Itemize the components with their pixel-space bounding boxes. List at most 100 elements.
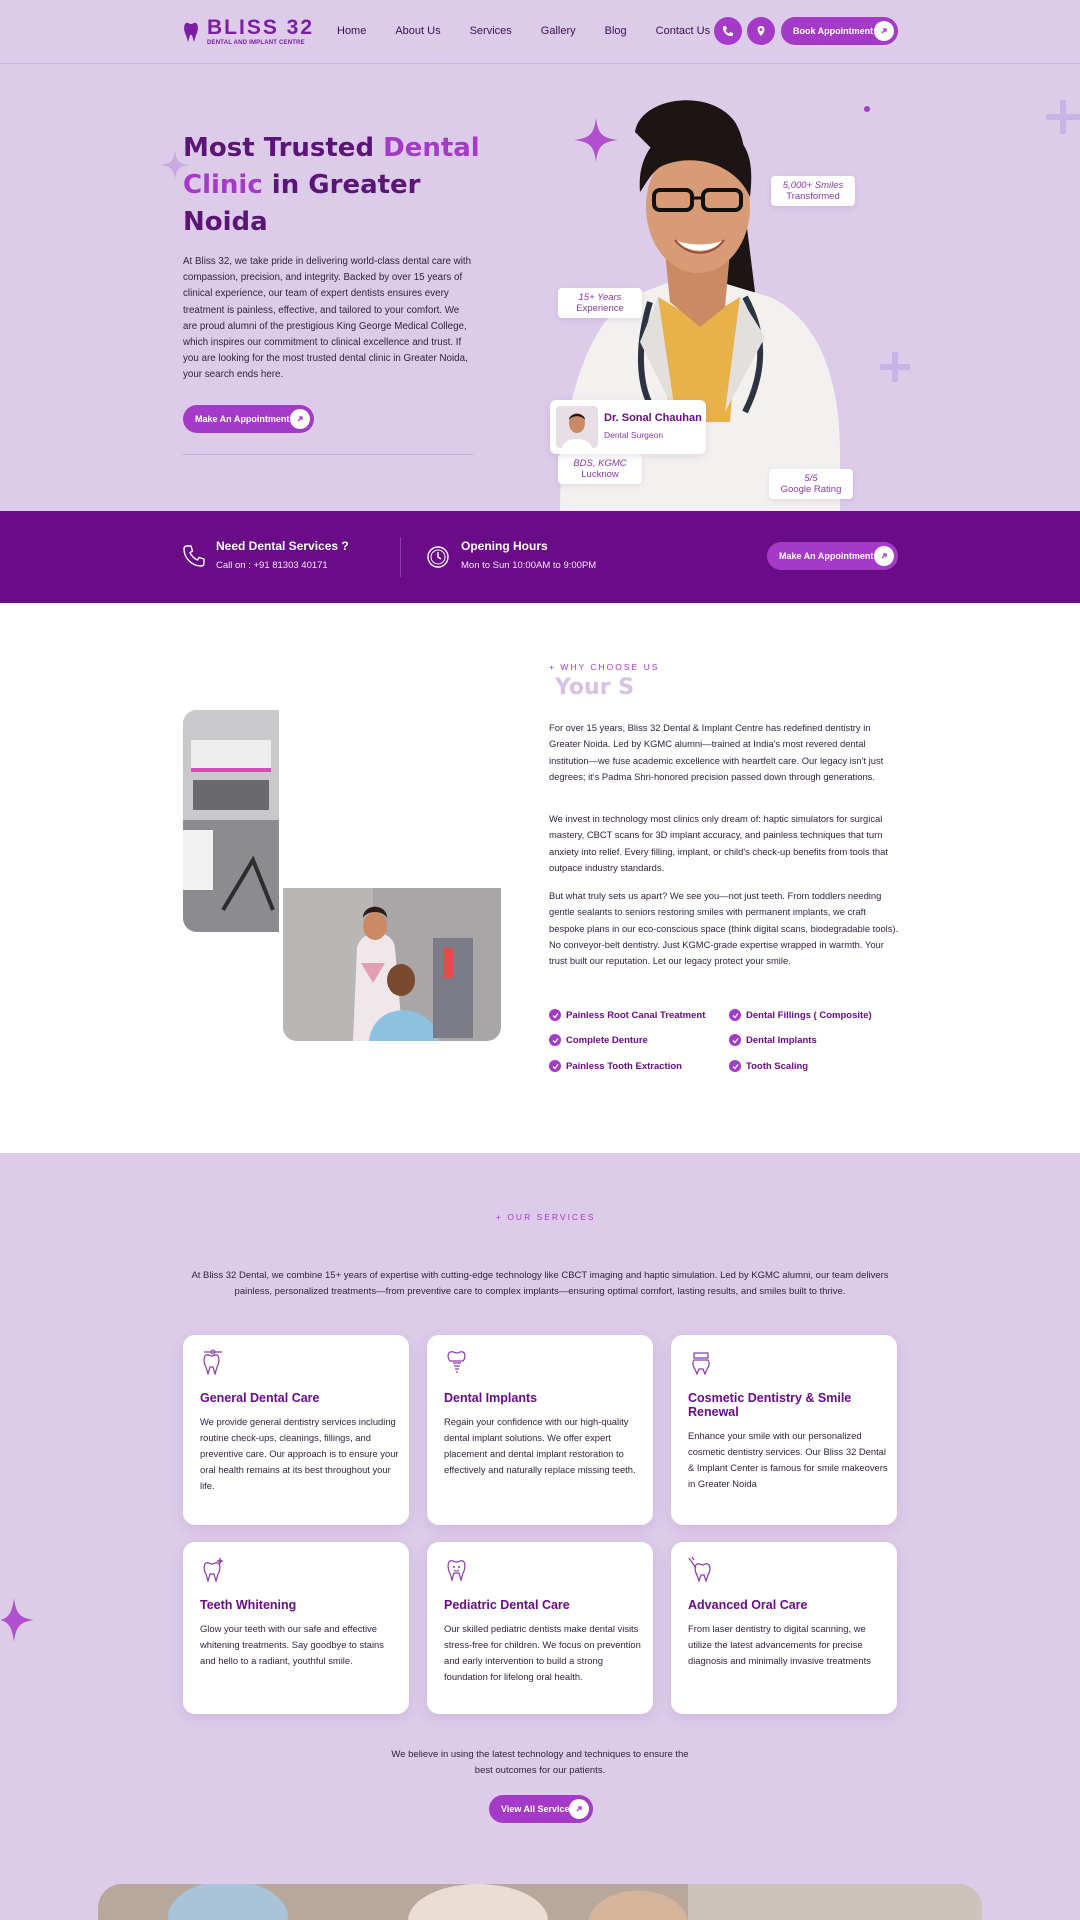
clock-icon bbox=[427, 546, 449, 568]
service-card-desc: Glow your teeth with our safe and effect… bbox=[200, 1623, 384, 1666]
service-card-implants[interactable]: Dental Implants Regain your confidence w… bbox=[427, 1335, 653, 1525]
child-tooth-icon bbox=[447, 1560, 466, 1582]
check-item: Dental Implants bbox=[729, 1034, 817, 1046]
hero-paragraph: At Bliss 32, we take pride in delivering… bbox=[183, 256, 472, 381]
check-item: Painless Root Canal Treatment bbox=[549, 1009, 705, 1021]
sparkle-icon bbox=[0, 1598, 34, 1642]
service-card-title: Dental Implants bbox=[444, 1391, 538, 1405]
phone-outline-icon bbox=[183, 545, 205, 567]
main-menu: Home About Us Services Gallery Blog Cont… bbox=[337, 25, 739, 37]
hero-appointment-label: Make An Appointment bbox=[195, 414, 290, 424]
experience-badge: 15+ Years Experience bbox=[558, 288, 642, 318]
info-bar: Need Dental Services ? Call on : +91 813… bbox=[0, 511, 1080, 603]
hours-text: Mon to Sun 10:00AM to 9:00PM bbox=[461, 560, 597, 571]
service-card-desc: From laser dentistry to digital scanning… bbox=[688, 1623, 871, 1666]
brand-name: BLISS 32 bbox=[207, 16, 315, 39]
nav-home[interactable]: Home bbox=[337, 25, 366, 37]
arrow-up-right-icon bbox=[874, 546, 894, 566]
nav-contact[interactable]: Contact Us bbox=[656, 25, 710, 37]
hours-title: Opening Hours bbox=[461, 539, 548, 553]
check-icon bbox=[549, 1060, 561, 1072]
experience-badge-label: Experience bbox=[576, 303, 624, 314]
nav-blog[interactable]: Blog bbox=[605, 25, 627, 37]
services-eyebrow: + OUR SERVICES bbox=[496, 1212, 596, 1222]
hero-title-highlight-1: Dental bbox=[383, 133, 480, 163]
about-heading: Your S bbox=[555, 675, 635, 700]
phone-button[interactable] bbox=[714, 17, 742, 45]
about-section bbox=[0, 603, 1080, 1153]
check-icon bbox=[729, 1009, 741, 1021]
location-pin-icon bbox=[757, 26, 765, 36]
doctor-name: Dr. Sonal Chauhan bbox=[604, 412, 702, 424]
location-button[interactable] bbox=[747, 17, 775, 45]
check-item: Tooth Scaling bbox=[729, 1060, 808, 1072]
degree-badge-value: BDS, KGMC bbox=[573, 458, 627, 469]
check-item-label: Dental Implants bbox=[746, 1034, 817, 1046]
service-card-title: General Dental Care bbox=[200, 1391, 320, 1405]
tooth-implant-icon bbox=[447, 1351, 466, 1373]
rating-badge: 5/5 Google Rating bbox=[769, 469, 853, 499]
book-appointment-button[interactable]: Book Appointment bbox=[781, 17, 898, 45]
service-card-title: Teeth Whitening bbox=[200, 1598, 297, 1612]
service-card-advanced[interactable]: Advanced Oral Care From laser dentistry … bbox=[671, 1542, 897, 1714]
hero-title: Most Trusted Dental Clinic in Greater No… bbox=[183, 130, 483, 241]
check-icon bbox=[549, 1034, 561, 1046]
service-card-pediatric[interactable]: Pediatric Dental Care Our skilled pediat… bbox=[427, 1542, 653, 1714]
nav-about[interactable]: About Us bbox=[395, 25, 440, 37]
brand-tagline: DENTAL AND IMPLANT CENTRE bbox=[207, 40, 305, 46]
hero-title-part1: Most Trusted bbox=[183, 133, 384, 163]
cross-sparkle-icon bbox=[880, 352, 910, 382]
services-intro: At Bliss 32 Dental, we combine 15+ years… bbox=[191, 1270, 889, 1297]
smiles-badge: 5,000+ Smiles Transformed bbox=[771, 176, 855, 206]
dental-tools-icon bbox=[688, 1556, 711, 1582]
phone-icon bbox=[723, 26, 733, 36]
top-navigation: BLISS 32 DENTAL AND IMPLANT CENTRE Home … bbox=[0, 0, 1080, 64]
about-paragraph-1: For over 15 years, Bliss 32 Dental & Imp… bbox=[549, 722, 884, 782]
bar-appointment-label: Make An Appointment bbox=[779, 551, 874, 561]
dental-team-image bbox=[98, 1884, 982, 1920]
tooth-crown-icon bbox=[692, 1352, 710, 1375]
view-all-services-label: View All Service bbox=[501, 1804, 570, 1814]
service-card-title: Advanced Oral Care bbox=[688, 1598, 808, 1612]
bar-divider bbox=[400, 537, 401, 577]
service-card-cosmetic[interactable]: Cosmetic Dentistry & Smile Renewal Enhan… bbox=[671, 1335, 897, 1525]
rating-badge-label: Google Rating bbox=[780, 484, 842, 495]
experience-badge-value: 15+ Years bbox=[578, 292, 622, 303]
check-item-label: Complete Denture bbox=[566, 1034, 648, 1046]
services-phone[interactable]: Call on : +91 81303 40171 bbox=[216, 560, 328, 571]
arrow-up-right-icon bbox=[569, 1799, 589, 1819]
about-paragraph-3: But what truly sets us apart? We see you… bbox=[549, 890, 899, 967]
clinic-interior-image bbox=[183, 710, 279, 932]
service-card-title: Cosmetic Dentistry & Smile Renewal bbox=[688, 1391, 852, 1419]
hero-appointment-button[interactable]: Make An Appointment bbox=[183, 405, 314, 433]
arrow-up-right-icon bbox=[874, 21, 894, 41]
about-eyebrow: + WHY CHOOSE US bbox=[549, 662, 660, 672]
nav-services[interactable]: Services bbox=[470, 25, 512, 37]
doctor-avatar bbox=[556, 406, 598, 448]
degree-badge: BDS, KGMC Lucknow bbox=[558, 454, 642, 484]
service-card-desc: We provide general dentistry services in… bbox=[200, 1416, 399, 1491]
check-item: Complete Denture bbox=[549, 1034, 648, 1046]
brand-logo[interactable]: BLISS 32 DENTAL AND IMPLANT CENTRE bbox=[183, 17, 314, 46]
bar-appointment-button[interactable]: Make An Appointment bbox=[767, 542, 898, 570]
check-item-label: Tooth Scaling bbox=[746, 1060, 809, 1072]
services-title: Need Dental Services ? bbox=[216, 539, 349, 553]
check-item: Dental Fillings ( Composite) bbox=[729, 1009, 872, 1021]
degree-badge-label: Lucknow bbox=[581, 469, 619, 480]
services-footer-text: We believe in using the latest technolog… bbox=[391, 1749, 689, 1776]
service-card-desc: Our skilled pediatric dentists make dent… bbox=[444, 1623, 641, 1682]
service-card-general[interactable]: General Dental Care We provide general d… bbox=[183, 1335, 409, 1525]
service-card-desc: Regain your confidence with our high-qua… bbox=[444, 1416, 636, 1475]
smiles-badge-value: 5,000+ Smiles bbox=[782, 180, 844, 191]
rating-badge-value: 5/5 bbox=[804, 473, 818, 484]
tooth-logo-icon bbox=[184, 22, 198, 42]
about-paragraph-2: We invest in technology most clinics onl… bbox=[549, 813, 888, 873]
doctor-role: Dental Surgeon bbox=[604, 430, 664, 440]
check-icon bbox=[729, 1060, 741, 1072]
service-card-whitening[interactable]: Teeth Whitening Glow your teeth with our… bbox=[183, 1542, 409, 1714]
view-all-services-button[interactable]: View All Service bbox=[489, 1795, 593, 1823]
hero-divider bbox=[183, 454, 473, 455]
check-item: Painless Tooth Extraction bbox=[549, 1060, 682, 1072]
check-item-label: Painless Root Canal Treatment bbox=[566, 1009, 706, 1021]
nav-gallery[interactable]: Gallery bbox=[541, 25, 576, 37]
